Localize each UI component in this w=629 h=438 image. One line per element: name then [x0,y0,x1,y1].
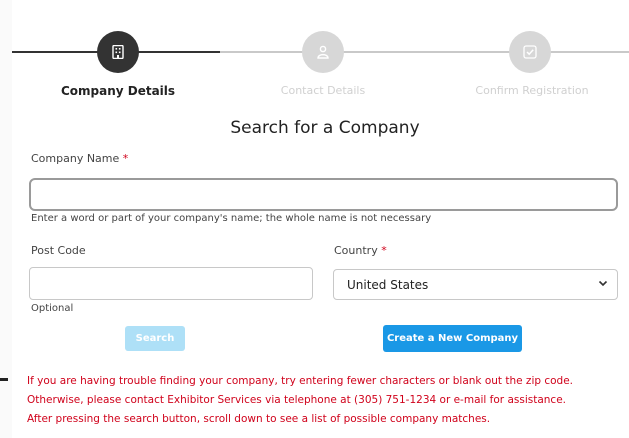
step-label-confirm-registration: Confirm Registration [475,84,589,97]
building-icon [112,45,124,59]
step-label-company-details: Company Details [60,84,176,98]
step-contact-details[interactable] [302,31,344,73]
required-marker: * [381,244,387,257]
country-label: Country * [334,244,387,257]
post-code-help: Optional [31,303,74,314]
company-name-help: Enter a word or part of your company's n… [31,213,432,224]
left-edge [0,0,12,438]
company-name-input[interactable] [29,178,618,211]
create-company-button[interactable]: Create a New Company [383,325,522,352]
notice-line-2: Otherwise, please contact Exhibitor Serv… [27,394,566,406]
person-icon [317,45,329,59]
country-selected-value: United States [347,277,429,292]
company-name-label-text: Company Name [31,152,120,165]
search-button[interactable]: Search [125,326,185,351]
step-company-details[interactable] [97,31,139,73]
country-select[interactable]: United States [333,269,618,300]
company-name-label: Company Name * [31,152,128,165]
notice-line-3: After pressing the search button, scroll… [27,413,491,425]
country-label-text: Country [334,244,378,257]
required-marker: * [122,152,129,165]
step-confirm-registration[interactable] [509,31,551,73]
chevron-down-icon [598,280,608,287]
post-code-input[interactable] [29,267,313,300]
edge-mark [0,378,8,381]
page-title: Search for a Company [230,118,420,138]
stepper-track-line [220,51,629,53]
step-label-contact-details: Contact Details [280,84,366,97]
post-code-label: Post Code [31,244,86,257]
notice-line-1: If you are having trouble finding your c… [27,375,574,387]
check-icon [523,45,537,59]
